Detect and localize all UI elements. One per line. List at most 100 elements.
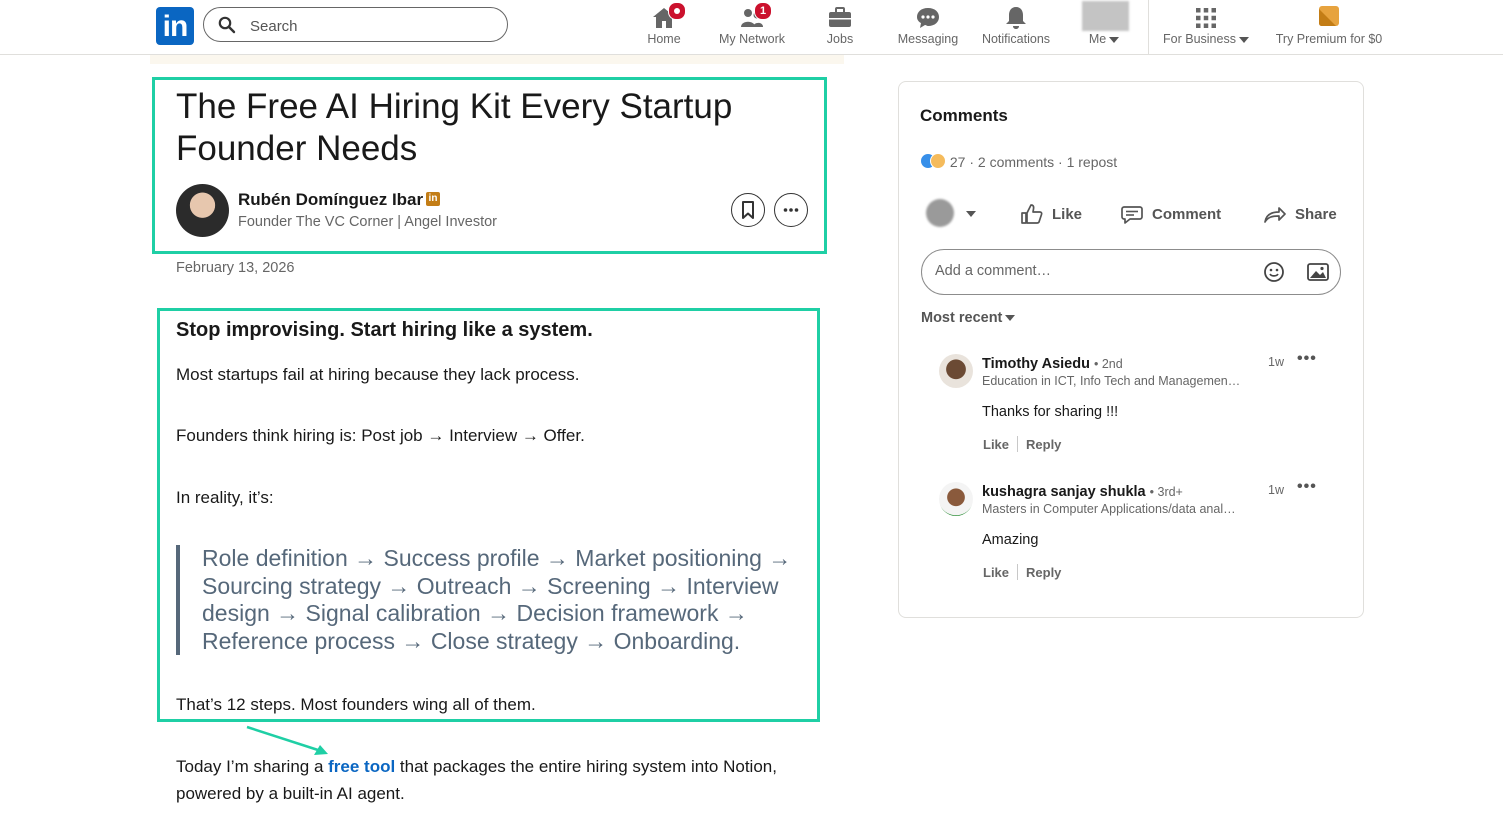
nav-for-business-label: For Business <box>1163 32 1236 46</box>
comment-time: 1w <box>1268 355 1284 369</box>
free-tool-link[interactable]: free tool <box>328 757 395 776</box>
save-button[interactable] <box>731 193 765 227</box>
search-input[interactable] <box>248 14 492 38</box>
comments-title: Comments <box>920 106 1008 125</box>
connection-degree: • 3rd+ <box>1149 485 1183 499</box>
search-icon <box>218 16 236 34</box>
actor-avatar[interactable] <box>926 199 954 227</box>
commenter-name[interactable]: kushagra sanjay shukla • 3rd+ <box>982 484 1183 500</box>
commenter-name[interactable]: Timothy Asiedu • 2nd <box>982 356 1123 372</box>
thumbs-up-icon <box>1021 204 1043 224</box>
nav-divider <box>1148 0 1149 54</box>
comment-button[interactable]: Comment <box>1120 200 1221 228</box>
author-name[interactable]: Rubén Domínguez Ibar <box>238 190 423 210</box>
blockquote: Role definition → Success profile → Mark… <box>202 545 792 654</box>
commenter-name-text: kushagra sanjay shukla <box>982 484 1146 500</box>
chevron-down-icon <box>1005 315 1016 322</box>
comment-time: 1w <box>1268 483 1284 497</box>
paragraph-4: That’s 12 steps. Most founders wing all … <box>176 695 536 714</box>
search-bar[interactable] <box>203 7 508 42</box>
nav-me-label: Me <box>1088 32 1107 46</box>
comment-more-icon[interactable]: ••• <box>1297 350 1317 368</box>
bell-icon <box>1006 7 1026 29</box>
sort-dropdown[interactable]: Most recent <box>921 310 1016 326</box>
premium-icon <box>1319 6 1339 26</box>
nav-for-business-label-wrap: For Business <box>1156 32 1256 46</box>
banner-strip <box>150 55 844 64</box>
nav-home[interactable]: Home <box>634 0 694 54</box>
comment-actions: Like Reply <box>983 564 1061 580</box>
paragraph-3: In reality, it’s: <box>176 488 274 507</box>
nav-my-network-label: My Network <box>719 32 785 46</box>
linkedin-logo[interactable]: in <box>156 7 194 45</box>
like-button[interactable]: Like <box>1020 200 1082 228</box>
emoji-icon[interactable] <box>1262 260 1286 284</box>
article-subheading: Stop improvising. Start hiring like a sy… <box>176 319 593 341</box>
comment-reply-button[interactable]: Reply <box>1026 437 1061 452</box>
publish-date: February 13, 2026 <box>176 260 295 276</box>
home-notification-dot <box>668 2 686 20</box>
comment-actions: Like Reply <box>983 436 1061 452</box>
add-comment-box[interactable] <box>921 249 1341 295</box>
top-nav: in Home 1 My Network Jobs <box>0 0 1503 55</box>
nav-messaging-label: Messaging <box>897 32 959 46</box>
image-icon[interactable] <box>1306 260 1330 284</box>
chevron-down-icon <box>1109 36 1120 43</box>
comment-more-icon[interactable]: ••• <box>1297 478 1317 496</box>
nav-for-business[interactable]: For Business <box>1156 0 1256 54</box>
comment-icon <box>1121 206 1143 224</box>
like-label: Like <box>1052 205 1083 223</box>
commenter-name-text: Timothy Asiedu <box>982 356 1090 372</box>
divider <box>1017 436 1019 452</box>
share-label: Share <box>1295 205 1337 223</box>
comment-like-button[interactable]: Like <box>983 565 1009 580</box>
more-icon <box>783 207 798 212</box>
commenter-avatar[interactable] <box>939 354 973 388</box>
share-button[interactable]: Share <box>1263 200 1337 228</box>
paragraph-5: Today I’m sharing a free tool that packa… <box>176 753 816 807</box>
reactions-count-text: 27 · 2 comments · 1 repost <box>949 154 1118 170</box>
nav-home-label: Home <box>647 32 681 46</box>
author-headline: Founder The VC Corner | Angel Investor <box>238 214 497 230</box>
nav-try-premium[interactable]: Try Premium for $0 <box>1266 0 1392 54</box>
divider <box>1017 564 1019 580</box>
nav-jobs[interactable]: Jobs <box>814 0 866 54</box>
comment-like-button[interactable]: Like <box>983 437 1009 452</box>
nav-messaging[interactable]: Messaging <box>892 0 964 54</box>
insightful-reaction-icon <box>930 153 946 169</box>
comment-reply-button[interactable]: Reply <box>1026 565 1061 580</box>
share-arrow-icon <box>1264 207 1286 223</box>
linkedin-premium-badge: in <box>426 192 440 206</box>
briefcase-icon <box>829 7 851 27</box>
chevron-down-icon <box>1238 36 1249 43</box>
nav-me-label-wrap: Me <box>1076 32 1132 46</box>
comment-text: Thanks for sharing !!! <box>982 404 1119 420</box>
commenter-avatar[interactable] <box>939 482 973 516</box>
author-avatar[interactable] <box>176 184 229 237</box>
blockquote-bar <box>176 545 180 655</box>
connection-degree: • 2nd <box>1094 357 1123 371</box>
nav-my-network[interactable]: 1 My Network <box>712 0 792 54</box>
nav-notifications[interactable]: Notifications <box>976 0 1056 54</box>
bookmark-icon <box>741 200 754 219</box>
chevron-down-icon[interactable] <box>966 211 976 217</box>
nav-notifications-label: Notifications <box>981 32 1051 46</box>
comment-text: Amazing <box>982 532 1039 548</box>
paragraph-1: Most startups fail at hiring because the… <box>176 365 580 384</box>
paragraph-2: Founders think hiring is: Post job → Int… <box>176 426 585 445</box>
commenter-headline: Masters in Computer Applications/data an… <box>982 502 1236 516</box>
sort-label: Most recent <box>921 310 1003 326</box>
reactions-summary[interactable]: 27 · 2 comments · 1 repost <box>920 153 1117 170</box>
message-icon <box>917 8 939 28</box>
paragraph-5-start: Today I’m sharing a <box>176 757 329 776</box>
article-title: The Free AI Hiring Kit Every Startup Fou… <box>176 87 733 168</box>
comment-label: Comment <box>1152 205 1222 223</box>
grid-icon <box>1196 8 1216 28</box>
network-badge: 1 <box>754 2 772 20</box>
commenter-headline: Education in ICT, Info Tech and Manageme… <box>982 374 1241 388</box>
add-comment-input[interactable] <box>933 262 1237 280</box>
nav-jobs-label: Jobs <box>826 32 854 46</box>
nav-me[interactable]: Me <box>1076 0 1132 54</box>
nav-try-premium-label: Try Premium for $0 <box>1275 32 1383 46</box>
more-options-button[interactable] <box>774 193 808 227</box>
